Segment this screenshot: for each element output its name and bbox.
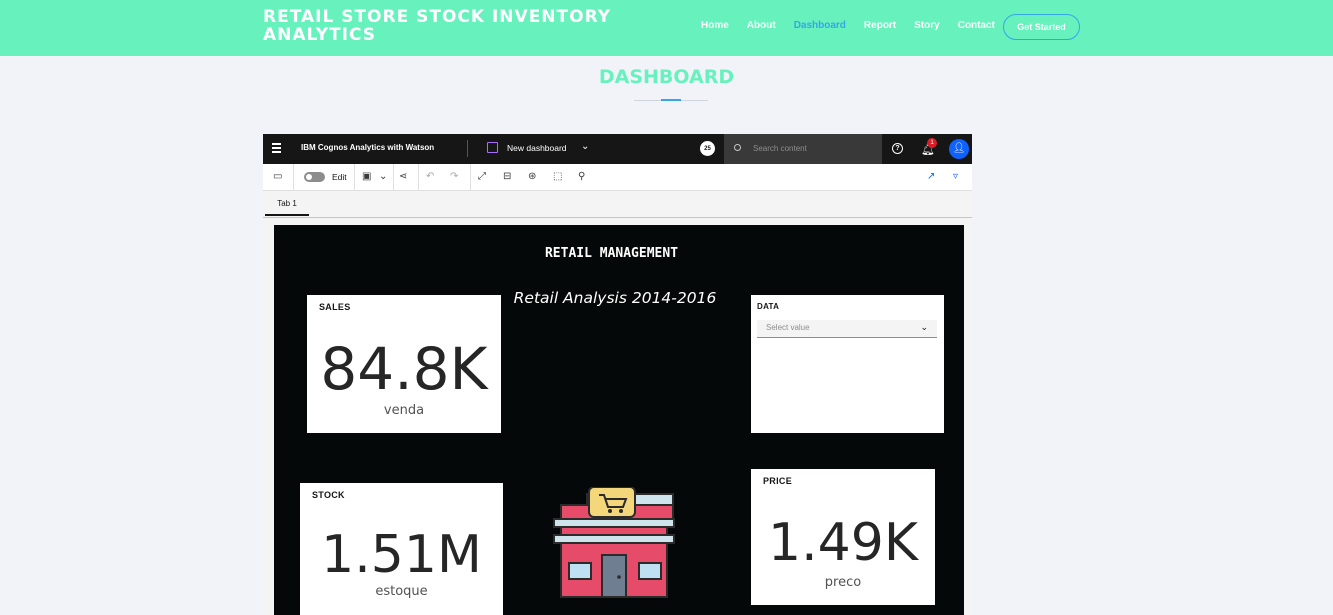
search-icon [734,144,741,151]
edit-label: Edit [332,172,347,182]
undo-icon[interactable]: ↶ [426,170,434,184]
comment-icon[interactable]: ▭ [273,170,282,184]
palette-icon[interactable]: ▿ [953,170,958,184]
edit-toggle[interactable] [304,172,325,182]
nav-about[interactable]: About [747,19,776,33]
select-icon[interactable]: ⬚ [553,170,562,184]
search-field[interactable]: Search content [724,134,882,164]
sales-value: 84.8K [320,335,488,403]
pin-icon[interactable]: ⚲ [578,170,585,184]
stock-value: 1.51M [321,525,482,585]
tab-bar: Tab 1 [263,190,972,218]
report-canvas: RETAIL MANAGEMENT Retail Analysis 2014-2… [274,225,964,615]
nav-story[interactable]: Story [914,19,940,33]
price-card[interactable]: PRICE 1.49K preco [751,469,935,605]
menu-icon[interactable] [272,143,281,153]
sales-subtitle: venda [383,403,425,418]
chevron-down-icon[interactable]: ⌄ [379,170,387,184]
stock-label: STOCK [312,490,345,500]
nav-dashboard[interactable]: Dashboard [794,19,846,33]
nav-home[interactable]: Home [701,19,729,33]
dashboard-name[interactable]: New dashboard [507,143,567,153]
filter-icon[interactable]: ⊛ [528,170,536,184]
cognos-embed: IBM Cognos Analytics with Watson New das… [263,134,972,615]
data-select[interactable]: Select value ⌄ [757,320,937,338]
user-icon[interactable]: 👤︎ [949,139,969,159]
site-nav: Home About Dashboard Report Story Contac… [701,19,1013,33]
data-select-placeholder: Select value [766,323,810,332]
price-value: 1.49K [768,513,918,573]
dashboard-icon [487,142,498,153]
save-icon[interactable]: ▣ [362,170,371,184]
page-title: DASHBOARD [598,66,735,88]
notification-badge: 1 [927,138,937,148]
data-filter-label: DATA [757,302,780,311]
share-icon[interactable]: ⋖ [399,170,407,184]
stock-subtitle: estoque [375,584,428,599]
site-header: RETAIL STORE STOCK INVENTORY ANALYTICS H… [0,0,1333,56]
help-icon[interactable]: ? [892,143,903,154]
chevron-down-icon: ⌄ [920,322,928,332]
report-title: RETAIL MANAGEMENT [544,246,679,261]
price-subtitle: preco [824,575,862,590]
sales-card[interactable]: SALES 84.8K venda [307,295,501,433]
widget-icon[interactable]: ⊟ [503,170,511,184]
title-divider [634,99,708,101]
redo-icon[interactable]: ↷ [450,170,458,184]
store-icon [549,486,679,599]
stock-card[interactable]: STOCK 1.51M estoque [300,483,503,615]
avatar[interactable]: 25 [700,141,715,156]
chevron-down-icon[interactable]: ⌄ [581,141,589,152]
site-brand[interactable]: RETAIL STORE STOCK INVENTORY ANALYTICS [263,8,643,44]
tab-1[interactable]: Tab 1 [265,197,309,216]
price-label: PRICE [763,476,793,486]
report-subtitle: Retail Analysis 2014-2016 [513,289,717,307]
expand-icon[interactable]: ⤢ [478,170,486,184]
search-input[interactable]: Search content [753,144,807,153]
product-name: IBM Cognos Analytics with Watson [301,143,435,152]
dashboard-toolbar: ▭ Edit ▣ ⌄ ⋖ ↶ ↷ ⤢ ⊟ ⊛ ⬚ ⚲ ↗ ▿ [263,164,972,191]
nav-contact[interactable]: Contact [958,19,995,33]
chart-icon[interactable]: ↗ [927,170,935,184]
nav-report[interactable]: Report [864,19,896,33]
data-filter-card: DATA Select value ⌄ [751,295,944,433]
get-started-button[interactable]: Get Started [1003,14,1080,40]
sales-label: SALES [319,302,351,312]
cognos-header: IBM Cognos Analytics with Watson New das… [263,134,972,164]
